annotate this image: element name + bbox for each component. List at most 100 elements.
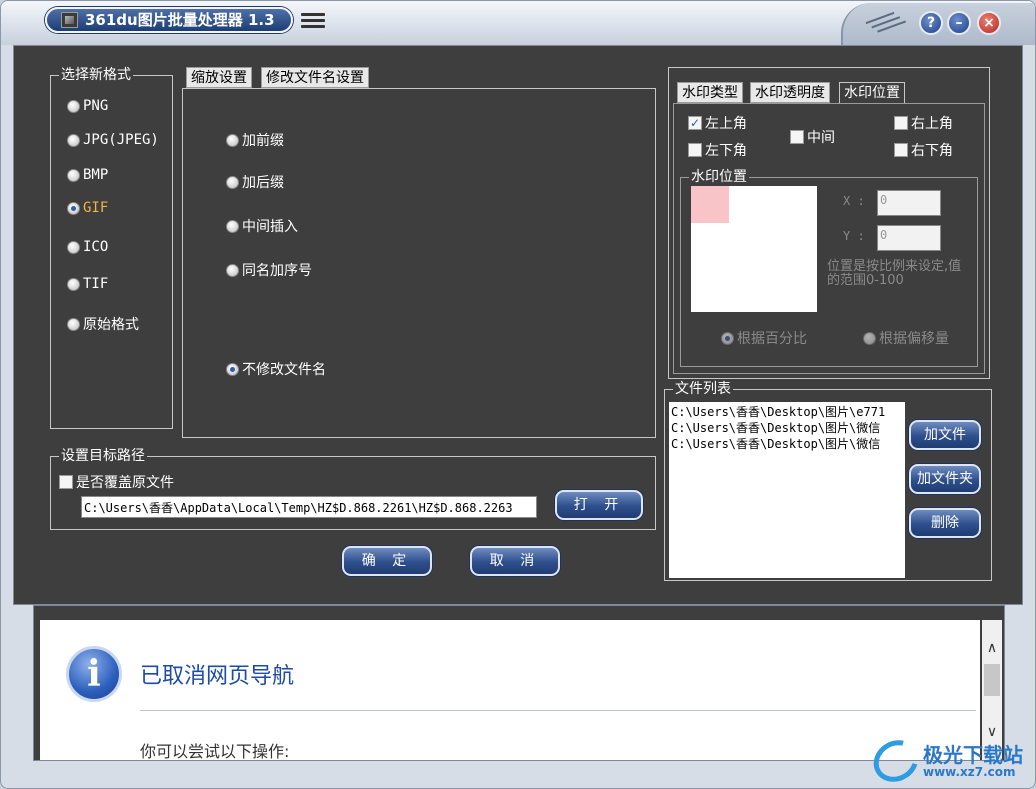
format-radio-gif[interactable]: GIF: [67, 200, 108, 216]
format-radio-bmp[interactable]: BMP: [67, 167, 108, 183]
radio-dot: [67, 99, 80, 113]
close-button[interactable]: ×: [977, 11, 1001, 35]
navigation-cancelled-title: 已取消网页导航: [140, 664, 295, 689]
checkbox-checked: ✓: [688, 116, 702, 130]
pos-bottom-right-checkbox[interactable]: 右下角: [894, 140, 953, 160]
web-content-frame: i 已取消网页导航 你可以尝试以下操作: ∧ ∨: [33, 605, 1005, 761]
tab-watermark-type[interactable]: 水印类型: [677, 82, 743, 103]
by-offset-radio[interactable]: 根据偏移量: [863, 328, 949, 348]
file-list-item[interactable]: C:\Users\香香\Desktop\图片\微信: [671, 436, 903, 452]
radio-dot: [67, 133, 80, 147]
position-note: 位置是按比例来设定,值的范围0-100: [827, 259, 962, 288]
title-pill: 361du图片批量处理器 1.3: [45, 7, 293, 33]
checkbox-box: [59, 475, 73, 489]
tab-watermark-opacity[interactable]: 水印透明度: [750, 82, 830, 103]
by-percent-radio[interactable]: 根据百分比: [721, 328, 807, 348]
watermark-position-tab-body: ✓ 左上角 右上角 中间 左下角 右下角 水印位置 X: 0 Y: 0 位置…: [673, 103, 985, 374]
pos-label: 右上角: [911, 116, 953, 132]
format-radio-png[interactable]: PNG: [67, 98, 108, 114]
format-label: 原始格式: [83, 317, 139, 333]
pos-label: 左下角: [705, 143, 747, 159]
watermark-panel: 水印类型 水印透明度 水印位置 ✓ 左上角 右上角 中间 左下角 右下角 水印位…: [668, 67, 990, 379]
target-group: 设置目标路径 是否覆盖原文件 C:\Users\香香\AppData\Local…: [50, 447, 656, 530]
app-window: 361du图片批量处理器 1.3 ? – × 选择新格式 PNG JPG(JPE…: [0, 0, 1036, 789]
rename-radio-prefix[interactable]: 加前缀: [226, 130, 284, 150]
site-watermark: 极光下载站 www.xz7.com: [866, 732, 1033, 788]
by-offset-label: 根据偏移量: [879, 331, 949, 347]
y-input[interactable]: 0: [877, 225, 941, 251]
by-percent-label: 根据百分比: [737, 331, 807, 347]
confirm-button[interactable]: 确 定: [342, 546, 432, 576]
pos-label: 中间: [807, 130, 835, 146]
radio-dot: [226, 263, 239, 277]
format-label: PNG: [83, 98, 109, 114]
rename-panel: 加前缀 加后缀 中间插入 同名加序号 不修改文件名: [182, 88, 656, 438]
position-preview[interactable]: [691, 186, 817, 312]
radio-dot: [67, 168, 80, 182]
rename-label: 中间插入: [242, 219, 298, 235]
pos-top-left-checkbox[interactable]: ✓ 左上角: [688, 113, 747, 133]
position-subgroup: 水印位置 X : 0 Y : 0 位置是按比例来设定,值的范围0-100 根据百…: [680, 168, 978, 367]
rename-radio-insert[interactable]: 中间插入: [226, 216, 298, 236]
radio-dot: [67, 317, 80, 331]
scroll-up-icon[interactable]: ∧: [982, 638, 1002, 658]
checkbox-box: [894, 143, 908, 157]
file-list-item[interactable]: C:\Users\香香\Desktop\图片\e771: [671, 404, 903, 420]
site-watermark-name: 极光下载站: [923, 743, 1023, 767]
radio-dot: [67, 240, 80, 254]
minimize-button[interactable]: –: [947, 11, 971, 35]
open-button[interactable]: 打 开: [555, 490, 643, 520]
format-radio-original[interactable]: 原始格式: [67, 314, 139, 334]
x-label: X :: [843, 194, 865, 208]
add-file-button[interactable]: 加文件: [909, 420, 981, 450]
file-list-item[interactable]: C:\Users\香香\Desktop\图片\微信: [671, 420, 903, 436]
rename-radio-sequence[interactable]: 同名加序号: [226, 260, 312, 280]
tab-rename[interactable]: 修改文件名设置: [261, 67, 369, 88]
radio-dot-selected: [67, 201, 80, 215]
target-path-input[interactable]: C:\Users\香香\AppData\Local\Temp\HZ$D.868.…: [81, 496, 537, 518]
format-radio-tif[interactable]: TIF: [67, 276, 108, 292]
overwrite-checkbox[interactable]: 是否覆盖原文件: [59, 472, 174, 492]
pos-bottom-left-checkbox[interactable]: 左下角: [688, 140, 747, 160]
radio-dot: [226, 219, 239, 233]
file-list-group: 文件列表 C:\Users\香香\Desktop\图片\e771 C:\User…: [664, 380, 992, 581]
add-folder-button[interactable]: 加文件夹: [909, 464, 981, 494]
rename-label: 不修改文件名: [242, 362, 326, 378]
help-button[interactable]: ?: [919, 11, 943, 35]
format-radio-ico[interactable]: ICO: [67, 239, 108, 255]
y-label: Y :: [843, 229, 865, 243]
rename-label: 加后缀: [242, 175, 284, 191]
format-label: TIF: [83, 276, 109, 292]
target-group-title: 设置目标路径: [59, 447, 147, 465]
position-subgroup-title: 水印位置: [689, 168, 749, 186]
checkbox-box: [894, 116, 908, 130]
rename-radio-suffix[interactable]: 加后缀: [226, 172, 284, 192]
rename-radio-none[interactable]: 不修改文件名: [226, 359, 326, 379]
site-watermark-url: www.xz7.com: [923, 765, 1016, 779]
checkbox-box: [688, 143, 702, 157]
cancel-button[interactable]: 取 消: [470, 546, 560, 576]
title-bar[interactable]: 361du图片批量处理器 1.3 ? – ×: [1, 1, 1035, 45]
navigation-hint: 你可以尝试以下操作:: [140, 742, 290, 761]
tab-watermark-position[interactable]: 水印位置: [839, 82, 905, 103]
x-input[interactable]: 0: [877, 190, 941, 216]
scroll-thumb[interactable]: [984, 664, 1000, 696]
pos-top-right-checkbox[interactable]: 右上角: [894, 113, 953, 133]
file-list[interactable]: C:\Users\香香\Desktop\图片\e771 C:\Users\香香\…: [669, 402, 905, 578]
divider: [140, 710, 976, 711]
format-label: GIF: [83, 200, 109, 216]
tab-resize[interactable]: 缩放设置: [186, 67, 252, 88]
rename-label: 同名加序号: [242, 263, 312, 279]
overwrite-label: 是否覆盖原文件: [76, 475, 174, 491]
delete-button[interactable]: 删除: [909, 508, 981, 538]
pos-label: 右下角: [911, 143, 953, 159]
web-content[interactable]: i 已取消网页导航 你可以尝试以下操作:: [40, 620, 980, 761]
menu-icon[interactable]: [301, 13, 325, 29]
radio-dot: [863, 331, 876, 345]
format-radio-jpg[interactable]: JPG(JPEG): [67, 132, 159, 148]
preview-marker: [691, 186, 729, 223]
app-icon: [61, 12, 78, 28]
pos-center-checkbox[interactable]: 中间: [790, 127, 835, 147]
format-label: JPG(JPEG): [83, 132, 159, 148]
rename-label: 加前缀: [242, 133, 284, 149]
